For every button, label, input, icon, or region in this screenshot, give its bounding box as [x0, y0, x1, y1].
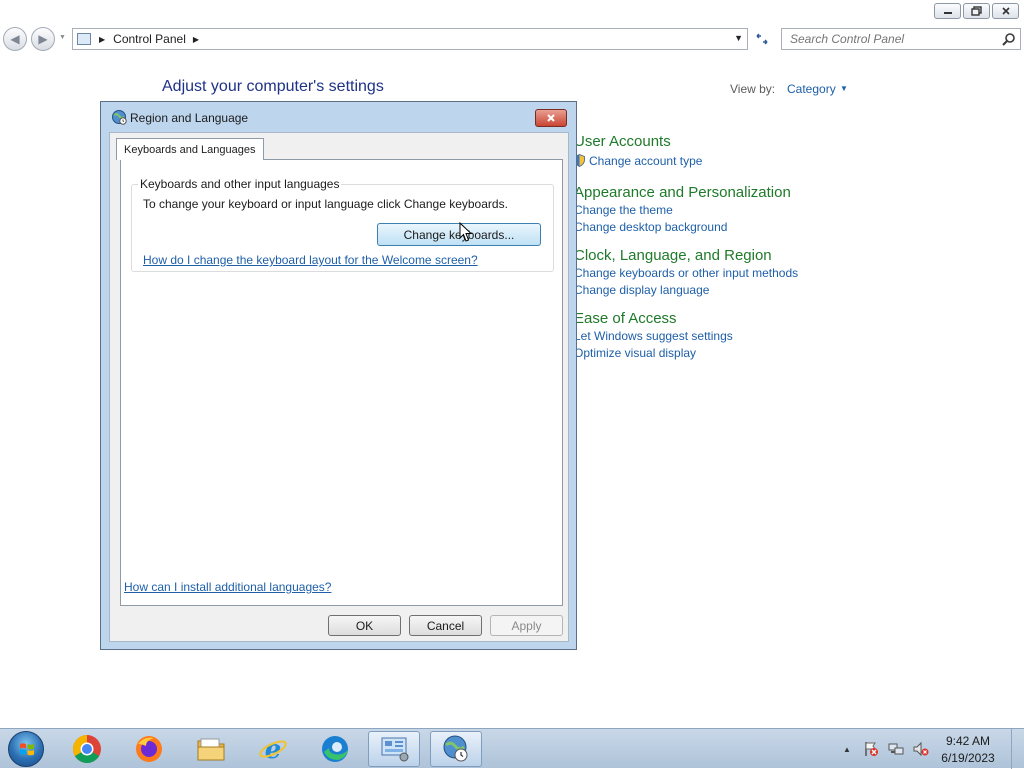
- taskbar-firefox[interactable]: [123, 731, 175, 767]
- refresh-button[interactable]: [750, 28, 774, 50]
- svg-text:e: e: [265, 735, 282, 764]
- volume-muted-icon[interactable]: [913, 741, 929, 757]
- back-button[interactable]: ◀: [3, 27, 27, 51]
- view-by-dropdown[interactable]: Category: [787, 82, 836, 96]
- show-hidden-icons-icon[interactable]: ▲: [843, 745, 851, 754]
- category-user-accounts: User Accounts Change account type: [574, 132, 702, 170]
- chrome-icon: [73, 735, 101, 763]
- cancel-button[interactable]: Cancel: [409, 615, 482, 636]
- close-window-button[interactable]: [992, 3, 1019, 19]
- view-by-label: View by:: [730, 82, 776, 96]
- link-optimize-visual-display[interactable]: Optimize visual display: [574, 345, 733, 362]
- windows-logo-icon: [20, 743, 34, 756]
- window-titlebar: [0, 0, 1024, 24]
- search-icon[interactable]: [1002, 32, 1016, 46]
- category-clock-language-region: Clock, Language, and Region Change keybo…: [574, 246, 798, 299]
- close-icon: [547, 114, 555, 122]
- input-languages-group: Keyboards and other input languages To c…: [131, 177, 554, 272]
- link-change-account-type[interactable]: Change account type: [574, 153, 702, 170]
- caption-buttons: [934, 3, 1019, 19]
- file-explorer-icon: [197, 738, 225, 761]
- forward-arrow-icon: ▶: [38, 32, 48, 46]
- notification-area: ▲: [843, 729, 938, 769]
- taskbar-control-panel[interactable]: [368, 731, 420, 767]
- apply-button: Apply: [490, 615, 563, 636]
- breadcrumb-chevron-icon[interactable]: ▶: [99, 35, 105, 44]
- edge-icon: [322, 736, 348, 762]
- navigation-bar: ◀ ▶ ▼ ▶ Control Panel ▶ ▼: [0, 24, 1024, 56]
- internet-explorer-icon: e: [259, 735, 287, 764]
- ok-button[interactable]: OK: [328, 615, 401, 636]
- system-clock[interactable]: 9:42 AM 6/19/2023: [938, 733, 998, 767]
- start-button[interactable]: [8, 731, 44, 767]
- recent-pages-dropdown-icon[interactable]: ▼: [59, 34, 66, 41]
- address-bar[interactable]: ▶ Control Panel ▶ ▼: [72, 28, 748, 50]
- show-desktop-button[interactable]: [1011, 729, 1024, 769]
- forward-button[interactable]: ▶: [31, 27, 55, 51]
- minimize-button[interactable]: [934, 3, 961, 19]
- taskbar-internet-explorer[interactable]: e: [247, 731, 299, 767]
- tab-keyboards-and-languages[interactable]: Keyboards and Languages: [116, 138, 264, 160]
- region-language-icon: [443, 735, 468, 762]
- region-language-dialog: Region and Language Keyboards and Langua…: [100, 101, 577, 650]
- tab-page: Keyboards and other input languages To c…: [120, 159, 563, 606]
- taskbar-region-language[interactable]: [430, 731, 482, 767]
- category-heading-ease-of-access[interactable]: Ease of Access: [574, 309, 733, 328]
- category-heading-clock-language-region[interactable]: Clock, Language, and Region: [574, 246, 798, 265]
- control-panel-icon: [381, 737, 409, 762]
- welcome-screen-layout-link[interactable]: How do I change the keyboard layout for …: [143, 253, 478, 267]
- taskbar-file-explorer[interactable]: [185, 731, 237, 767]
- link-change-theme[interactable]: Change the theme: [574, 202, 791, 219]
- category-ease-of-access: Ease of Access Let Windows suggest setti…: [574, 309, 733, 362]
- address-dropdown-icon[interactable]: ▼: [734, 33, 743, 43]
- search-box[interactable]: [781, 28, 1021, 50]
- clock-date: 6/19/2023: [941, 751, 995, 765]
- category-heading-appearance[interactable]: Appearance and Personalization: [574, 183, 791, 202]
- page-title: Adjust your computer's settings: [162, 78, 384, 95]
- taskbar: e ▲ 9:42 AM 6/19/2023: [0, 728, 1024, 769]
- minimize-icon: [943, 12, 952, 14]
- back-arrow-icon: ◀: [10, 32, 20, 46]
- firefox-icon: [136, 736, 162, 762]
- link-change-keyboards[interactable]: Change keyboards or other input methods: [574, 265, 798, 282]
- search-input[interactable]: [788, 31, 997, 47]
- category-appearance: Appearance and Personalization Change th…: [574, 183, 791, 236]
- breadcrumb-control-panel[interactable]: Control Panel: [113, 32, 186, 46]
- dialog-close-button[interactable]: [535, 109, 567, 127]
- dialog-client-area: Keyboards and Languages Keyboards and ot…: [109, 132, 569, 642]
- globe-clock-icon: [112, 110, 127, 125]
- restore-icon: [971, 6, 982, 16]
- refresh-icon: [756, 33, 768, 45]
- link-change-display-language[interactable]: Change display language: [574, 282, 798, 299]
- control-panel-address-icon: [77, 33, 91, 45]
- breadcrumb-chevron-icon[interactable]: ▶: [193, 35, 199, 44]
- taskbar-edge[interactable]: [309, 731, 361, 767]
- view-by-dropdown-icon[interactable]: ▼: [840, 84, 848, 93]
- taskbar-chrome[interactable]: [61, 731, 113, 767]
- action-center-icon[interactable]: [863, 741, 879, 757]
- network-icon[interactable]: [888, 741, 904, 757]
- category-heading-user-accounts[interactable]: User Accounts: [574, 132, 702, 151]
- close-icon: [1001, 7, 1010, 15]
- link-change-desktop-background[interactable]: Change desktop background: [574, 219, 791, 236]
- install-languages-link[interactable]: How can I install additional languages?: [124, 580, 331, 594]
- restore-button[interactable]: [963, 3, 990, 19]
- link-windows-suggest-settings[interactable]: Let Windows suggest settings: [574, 328, 733, 345]
- group-title: Keyboards and other input languages: [138, 177, 342, 191]
- group-description: To change your keyboard or input languag…: [143, 197, 508, 211]
- mouse-pointer-icon: [459, 222, 473, 242]
- dialog-title: Region and Language: [130, 111, 249, 125]
- link-change-account-type-label: Change account type: [589, 154, 703, 168]
- clock-time: 9:42 AM: [945, 734, 991, 748]
